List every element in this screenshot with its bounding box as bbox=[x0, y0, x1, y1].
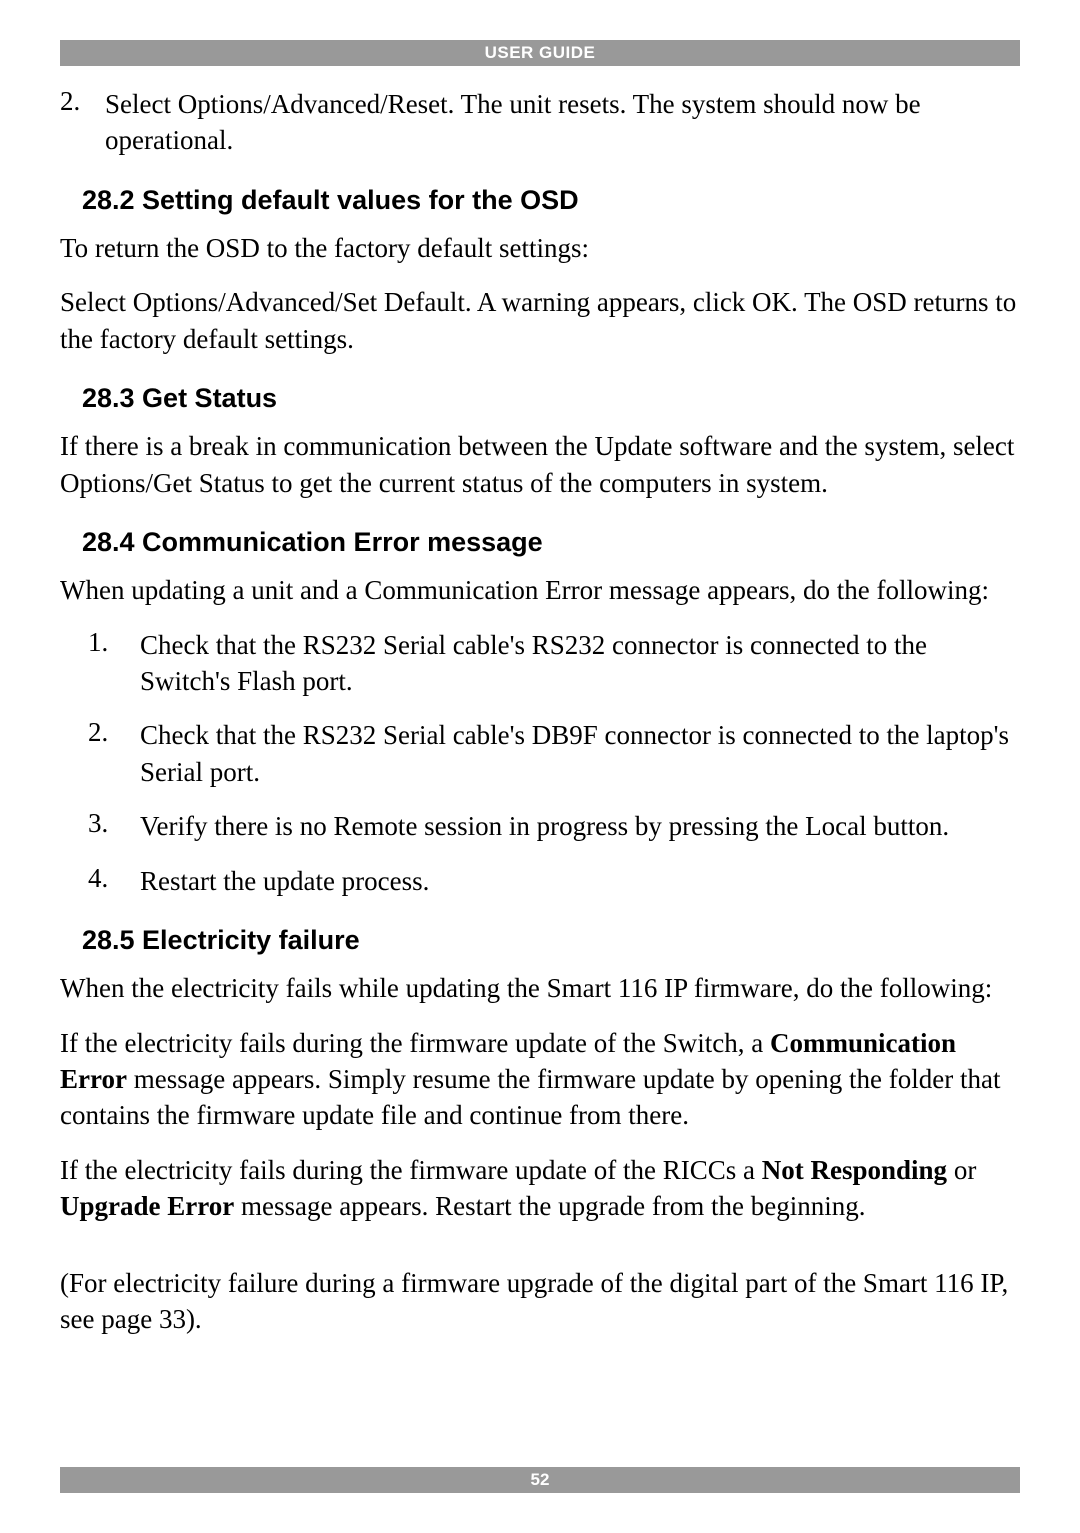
header-bar: USER GUIDE bbox=[60, 40, 1020, 66]
paragraph: (For electricity failure during a firmwa… bbox=[60, 1265, 1020, 1338]
list-item: 3. Verify there is no Remote session in … bbox=[88, 808, 1020, 844]
step-number: 2. bbox=[88, 717, 140, 790]
paragraph: If the electricity fails during the firm… bbox=[60, 1152, 1020, 1225]
header-title: USER GUIDE bbox=[485, 43, 596, 62]
step-text: Select Options/Advanced/Reset. The unit … bbox=[105, 86, 1020, 159]
step-text: Check that the RS232 Serial cable's DB9F… bbox=[140, 717, 1020, 790]
paragraph: If there is a break in communication bet… bbox=[60, 428, 1020, 501]
list-item: 4. Restart the update process. bbox=[88, 863, 1020, 899]
step-list-284: 1. Check that the RS232 Serial cable's R… bbox=[60, 627, 1020, 900]
page-number: 52 bbox=[531, 1470, 550, 1489]
intro-step-2: 2. Select Options/Advanced/Reset. The un… bbox=[60, 86, 1020, 159]
text-span: or bbox=[947, 1155, 976, 1185]
bold-text: Not Responding bbox=[762, 1155, 947, 1185]
step-text: Restart the update process. bbox=[140, 863, 1020, 899]
paragraph: If the electricity fails during the firm… bbox=[60, 1025, 1020, 1134]
paragraph: Select Options/Advanced/Set Default. A w… bbox=[60, 284, 1020, 357]
text-span: If the electricity fails during the firm… bbox=[60, 1028, 770, 1058]
step-number: 2. bbox=[60, 86, 105, 159]
text-span: If the electricity fails during the firm… bbox=[60, 1155, 762, 1185]
step-number: 3. bbox=[88, 808, 140, 844]
text-span: message appears. Restart the upgrade fro… bbox=[234, 1191, 865, 1221]
section-heading-283: 28.3 Get Status bbox=[60, 383, 1020, 414]
step-text: Check that the RS232 Serial cable's RS23… bbox=[140, 627, 1020, 700]
paragraph: When the electricity fails while updatin… bbox=[60, 970, 1020, 1006]
list-item: 1. Check that the RS232 Serial cable's R… bbox=[88, 627, 1020, 700]
text-span: message appears. Simply resume the firmw… bbox=[60, 1064, 1000, 1130]
step-text: Verify there is no Remote session in pro… bbox=[140, 808, 1020, 844]
paragraph: To return the OSD to the factory default… bbox=[60, 230, 1020, 266]
section-heading-285: 28.5 Electricity failure bbox=[60, 925, 1020, 956]
section-heading-284: 28.4 Communication Error message bbox=[60, 527, 1020, 558]
list-item: 2. Check that the RS232 Serial cable's D… bbox=[88, 717, 1020, 790]
step-number: 4. bbox=[88, 863, 140, 899]
step-number: 1. bbox=[88, 627, 140, 700]
footer-bar: 52 bbox=[60, 1467, 1020, 1493]
section-heading-282: 28.2 Setting default values for the OSD bbox=[60, 185, 1020, 216]
paragraph: When updating a unit and a Communication… bbox=[60, 572, 1020, 608]
bold-text: Upgrade Error bbox=[60, 1191, 234, 1221]
